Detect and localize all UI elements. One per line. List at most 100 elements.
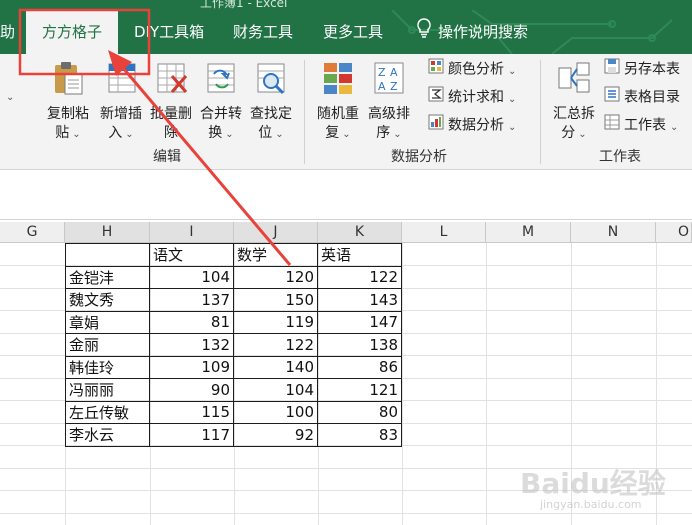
table-row: 章娟 81 119 147 xyxy=(65,310,402,334)
batch-delete-button[interactable]: 批量删 除 xyxy=(146,60,196,143)
tab-help[interactable]: 助 xyxy=(0,10,18,54)
table-cell[interactable]: 金铠沣 xyxy=(65,265,150,289)
table-cell[interactable]: 83 xyxy=(317,423,402,447)
insert-button[interactable]: 新增插 入 ⌄ xyxy=(96,60,146,144)
svg-text:Z: Z xyxy=(378,66,386,79)
group-separator xyxy=(304,60,305,164)
table-cell[interactable]: 81 xyxy=(149,310,234,334)
table-row: 金铠沣 104 120 122 xyxy=(65,265,402,289)
table-cell[interactable]: 120 xyxy=(233,265,318,289)
table-cell[interactable]: 86 xyxy=(317,355,402,379)
column-header-n[interactable]: N xyxy=(571,222,656,243)
tab-finance-tools[interactable]: 财务工具 xyxy=(233,10,293,54)
group-label-edit: 编辑 xyxy=(153,149,181,165)
table-cell[interactable]: 左丘传敏 xyxy=(65,400,150,424)
find-locate-button[interactable]: 查找定 位 ⌄ xyxy=(246,60,296,144)
table-cell[interactable]: 115 xyxy=(149,400,234,424)
table-cell[interactable]: 147 xyxy=(317,310,402,334)
lightbulb-icon xyxy=(416,11,432,55)
table-cell[interactable]: 132 xyxy=(149,333,234,357)
stat-sum-icon xyxy=(428,86,444,109)
table-cell[interactable]: 魏文秀 xyxy=(65,288,150,312)
table-header-chinese[interactable]: 语文 xyxy=(149,243,234,267)
svg-text:A: A xyxy=(390,66,398,79)
tab-more-tools[interactable]: 更多工具 xyxy=(323,10,383,54)
column-header-j[interactable]: J xyxy=(234,222,318,243)
table-cell[interactable]: 章娟 xyxy=(65,310,150,334)
formula-bar-area xyxy=(0,170,692,220)
copy-paste-button[interactable]: 复制粘 贴 ⌄ xyxy=(42,60,94,144)
table-cell[interactable]: 104 xyxy=(233,378,318,402)
group-separator xyxy=(540,60,541,164)
sheet-directory-button[interactable]: 表格目录 xyxy=(604,86,680,108)
tab-fangfanggezi[interactable]: 方方格子 xyxy=(26,10,118,54)
table-row: 李水云 117 92 83 xyxy=(65,423,402,447)
column-header-i[interactable]: I xyxy=(150,222,234,243)
table-cell[interactable]: 121 xyxy=(317,378,402,402)
worksheet-icon xyxy=(604,114,620,137)
color-analysis-button[interactable]: 颜色分析 ⌄ xyxy=(428,58,516,80)
chevron-down-icon[interactable]: ⌄ xyxy=(6,92,14,103)
batch-delete-icon xyxy=(146,60,196,102)
column-header-o[interactable]: O xyxy=(656,222,692,243)
table-row: 冯丽丽 90 104 121 xyxy=(65,378,402,402)
column-header-g[interactable]: G xyxy=(0,222,65,243)
table-header-math[interactable]: 数学 xyxy=(233,243,318,267)
table-cell[interactable]: 150 xyxy=(233,288,318,312)
insert-icon xyxy=(96,60,146,102)
worksheet-button[interactable]: 工作表 ⌄ xyxy=(604,114,678,136)
random-repeat-button[interactable]: 随机重 复 ⌄ xyxy=(313,60,363,144)
column-header-k[interactable]: K xyxy=(318,222,402,243)
svg-text:A: A xyxy=(378,80,386,93)
title-bar: 工作簿1 - Excel xyxy=(0,0,692,10)
tab-diy-toolbox[interactable]: DIY工具箱 xyxy=(134,10,204,54)
advanced-sort-icon: ZAAZ xyxy=(364,60,414,102)
column-header-m[interactable]: M xyxy=(486,222,571,243)
table-row: 金丽 132 122 138 xyxy=(65,333,402,357)
table-cell[interactable]: 100 xyxy=(233,400,318,424)
find-locate-icon xyxy=(246,60,296,102)
table-cell[interactable]: 92 xyxy=(233,423,318,447)
table-cell[interactable]: 90 xyxy=(149,378,234,402)
table-cell[interactable]: 李水云 xyxy=(65,423,150,447)
table-cell[interactable]: 韩佳玲 xyxy=(65,355,150,379)
table-cell[interactable]: 117 xyxy=(149,423,234,447)
group-label-worksheet: 工作表 xyxy=(599,149,641,165)
table-cell[interactable]: 冯丽丽 xyxy=(65,378,150,402)
table-cell[interactable]: 122 xyxy=(317,265,402,289)
tell-me-search[interactable]: 操作说明搜索 xyxy=(416,10,528,54)
data-analysis-button[interactable]: 数据分析 ⌄ xyxy=(428,114,516,136)
table-header-english[interactable]: 英语 xyxy=(317,243,402,267)
random-repeat-icon xyxy=(313,60,363,102)
table-cell[interactable]: 109 xyxy=(149,355,234,379)
table-cell[interactable]: 80 xyxy=(317,400,402,424)
save-sheet-icon xyxy=(604,58,620,81)
table-cell[interactable]: 122 xyxy=(233,333,318,357)
ribbon-panel: ⌄ 复制粘 贴 ⌄ 新增插 入 ⌄ 批量删 除 合并转 换 ⌄ 查找定 位 ⌄ 编辑 xyxy=(0,54,692,170)
table-cell[interactable] xyxy=(65,243,150,267)
color-analysis-icon xyxy=(428,58,444,81)
summary-split-button[interactable]: 汇总拆 分 ⌄ xyxy=(549,60,599,144)
score-table: 语文 数学 英语 金铠沣 104 120 122 魏文秀 137 150 143… xyxy=(65,243,402,447)
table-cell[interactable]: 143 xyxy=(317,288,402,312)
column-header-l[interactable]: L xyxy=(402,222,486,243)
table-cell[interactable]: 金丽 xyxy=(65,333,150,357)
merge-convert-icon xyxy=(196,60,246,102)
table-row: 韩佳玲 109 140 86 xyxy=(65,355,402,379)
table-cell[interactable]: 137 xyxy=(149,288,234,312)
table-cell[interactable]: 104 xyxy=(149,265,234,289)
data-analysis-icon xyxy=(428,114,444,137)
stat-sum-button[interactable]: 统计求和 ⌄ xyxy=(428,86,516,108)
table-cell[interactable]: 119 xyxy=(233,310,318,334)
table-cell[interactable]: 140 xyxy=(233,355,318,379)
table-row: 魏文秀 137 150 143 xyxy=(65,288,402,312)
table-header-row: 语文 数学 英语 xyxy=(65,243,402,267)
advanced-sort-button[interactable]: ZAAZ 高级排 序 ⌄ xyxy=(364,60,414,144)
table-cell[interactable]: 138 xyxy=(317,333,402,357)
save-sheet-button[interactable]: 另存本表 xyxy=(604,58,680,80)
table-row: 左丘传敏 115 100 80 xyxy=(65,400,402,424)
sheet-directory-icon xyxy=(604,86,620,109)
column-header-h[interactable]: H xyxy=(65,222,150,243)
summary-split-icon xyxy=(549,60,599,102)
merge-convert-button[interactable]: 合并转 换 ⌄ xyxy=(196,60,246,144)
